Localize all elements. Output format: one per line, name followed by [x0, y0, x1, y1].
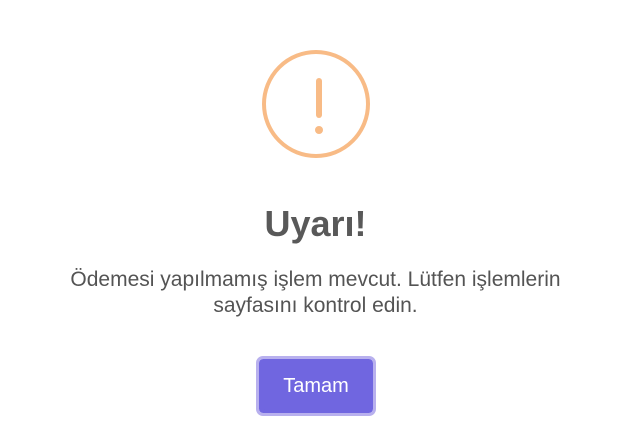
dialog-message: Ödemesi yapılmamış işlem mevcut. Lütfen … [70, 268, 561, 317]
dialog-title: Uyarı! [264, 203, 367, 244]
warning-icon [262, 50, 370, 158]
alert-dialog: Uyarı! Ödemesi yapılmamış işlem mevcut. … [0, 0, 631, 440]
confirm-button[interactable]: Tamam [256, 356, 376, 416]
exclamation-dot [315, 126, 323, 134]
confirm-button-label: Tamam [262, 362, 370, 410]
exclamation-bar [316, 78, 322, 118]
